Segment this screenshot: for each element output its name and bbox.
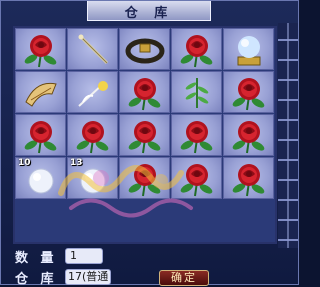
- title-bar[interactable]: 仓 库: [87, 1, 211, 21]
- warehouse-window: 仓 库 10 13 数 量 1 仓 库 17(普通 确定: [0, 0, 299, 287]
- inventory-slot[interactable]: [119, 28, 170, 70]
- golden-horn-icon: [21, 74, 61, 112]
- rose-icon: [177, 117, 217, 155]
- inventory-slot[interactable]: [171, 71, 222, 113]
- belt-icon: [125, 31, 165, 69]
- inventory-slot[interactable]: [119, 114, 170, 156]
- rose-icon: [125, 117, 165, 155]
- stack-count: 10: [18, 158, 31, 168]
- item-grid: 10 13: [13, 26, 277, 244]
- rose-icon: [229, 117, 269, 155]
- window-title: 仓 库: [124, 6, 174, 21]
- quantity-input[interactable]: 1: [65, 248, 103, 264]
- rose-icon: [177, 31, 217, 69]
- inventory-slot[interactable]: [171, 157, 222, 199]
- inventory-slot[interactable]: [223, 71, 274, 113]
- inventory-slot[interactable]: [67, 28, 118, 70]
- staff-icon: [73, 31, 113, 69]
- inventory-slot[interactable]: [119, 71, 170, 113]
- rose-icon: [125, 74, 165, 112]
- bird-feather-icon: [73, 74, 113, 112]
- quantity-label: 数 量: [15, 251, 58, 266]
- rose-icon: [125, 160, 165, 198]
- inventory-slot[interactable]: [223, 157, 274, 199]
- rose-icon: [73, 117, 113, 155]
- inventory-slot[interactable]: [15, 114, 66, 156]
- rose-icon: [21, 117, 61, 155]
- rose-icon: [229, 74, 269, 112]
- herb-icon: [177, 74, 217, 112]
- rose-icon: [21, 31, 61, 69]
- inventory-slot[interactable]: [15, 71, 66, 113]
- stack-count: 13: [70, 158, 83, 168]
- decorative-border-pattern: [278, 23, 298, 248]
- inventory-slot[interactable]: [67, 114, 118, 156]
- rose-icon: [177, 160, 217, 198]
- inventory-slot[interactable]: [15, 28, 66, 70]
- inventory-slot[interactable]: [67, 71, 118, 113]
- inventory-slot[interactable]: 10: [15, 157, 66, 199]
- crystal-ball-icon: [229, 31, 269, 69]
- inventory-slot[interactable]: [171, 114, 222, 156]
- warehouse-select[interactable]: 17(普通: [65, 269, 111, 285]
- rose-icon: [229, 160, 269, 198]
- inventory-slot[interactable]: [119, 157, 170, 199]
- confirm-button[interactable]: 确定: [159, 270, 209, 286]
- warehouse-label: 仓 库: [15, 272, 58, 287]
- inventory-slot[interactable]: [223, 28, 274, 70]
- inventory-slot[interactable]: 13: [67, 157, 118, 199]
- inventory-slot[interactable]: [171, 28, 222, 70]
- inventory-slot[interactable]: [223, 114, 274, 156]
